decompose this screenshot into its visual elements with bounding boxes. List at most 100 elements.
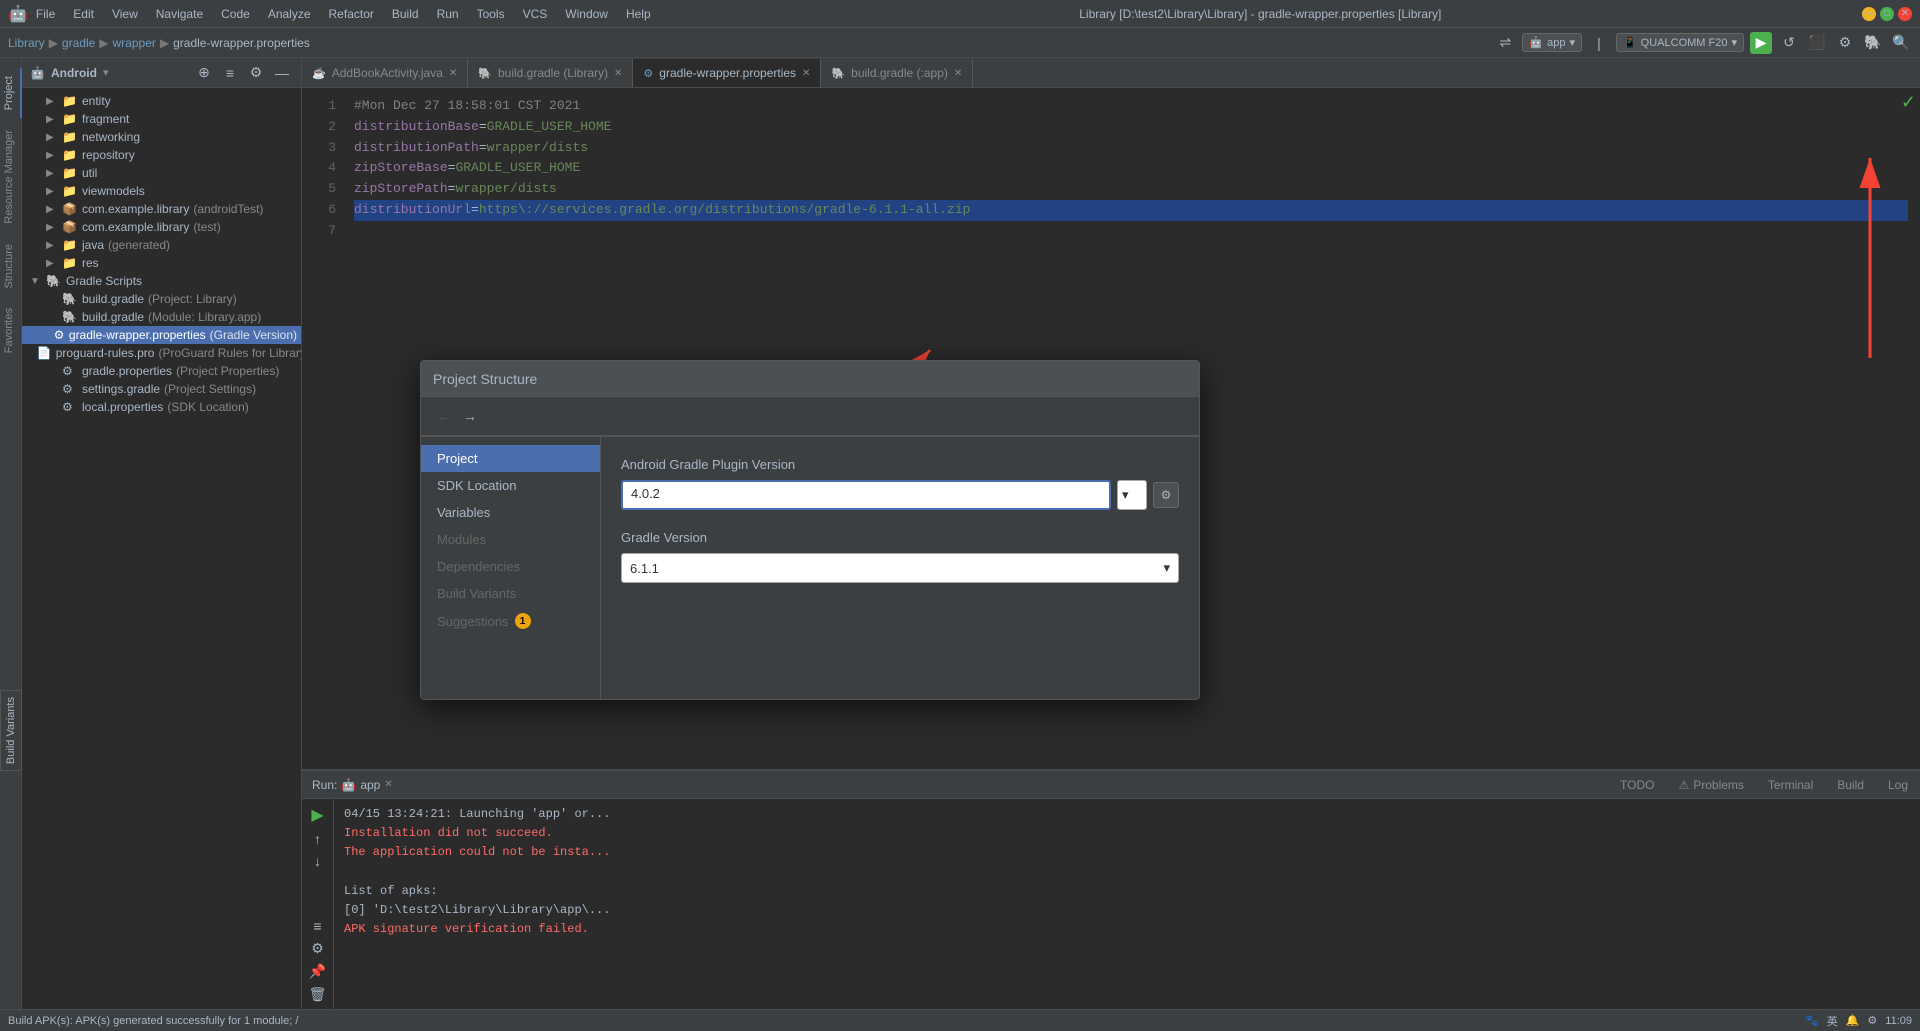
tree-item-java-generated[interactable]: ▶ 📁 java (generated) [22,236,301,254]
gradle-sync-icon[interactable]: 🐘 [1862,32,1884,54]
app-selector[interactable]: 🤖 app ▾ [1522,33,1582,52]
search-icon[interactable]: 🔍 [1890,32,1912,54]
tab-build[interactable]: Build [1825,774,1876,796]
panel-settings-icon[interactable]: ⚙ [245,62,267,84]
dialog-nav-variables[interactable]: Variables [421,499,600,526]
line-numbers: 1 2 3 4 5 6 7 [302,88,342,250]
checkmark-icon: ✓ [1897,88,1920,117]
breadcrumb-wrapper[interactable]: wrapper [113,36,156,50]
sync-icon[interactable]: ⇌ [1494,32,1516,54]
locate-icon[interactable]: ⊕ [193,62,215,84]
gradle-version-dropdown[interactable]: 6.1.1 ▾ [621,553,1179,583]
tab-build-gradle-library[interactable]: 🐘 build.gradle (Library) ✕ [468,59,633,87]
tab-close-icon[interactable]: ✕ [449,68,457,79]
plugin-version-dropdown[interactable]: ▾ [1117,480,1147,510]
tab-close-icon[interactable]: ✕ [614,68,622,79]
project-structure-dialog: Project Structure ← → Project SDK Locati… [420,360,1200,700]
back-button[interactable]: ← [433,405,455,427]
input-lang-icon: 🐾 [1805,1014,1819,1027]
tree-item-build-gradle-module[interactable]: 🐘 build.gradle (Module: Library.app) [22,308,301,326]
tree-item-gradle-properties[interactable]: ⚙ gradle.properties (Project Properties) [22,362,301,380]
tab-terminal[interactable]: Terminal [1756,774,1825,796]
sidebar-item-project[interactable]: Project [0,68,22,118]
panel-close-icon[interactable]: — [271,62,293,84]
tree-item-viewmodels[interactable]: ▶ 📁 viewmodels [22,182,301,200]
menu-refactor[interactable]: Refactor [321,5,382,23]
tree-item-androidtest[interactable]: ▶ 📦 com.example.library (androidTest) [22,200,301,218]
run-log-line-3: The application could not be insta... [344,843,1910,862]
dialog-nav-sdk[interactable]: SDK Location [421,472,600,499]
sidebar-item-structure[interactable]: Structure [0,236,22,297]
run-button[interactable]: ▶ [1750,32,1772,54]
run-close-icon[interactable]: ✕ [384,779,392,790]
pin-icon[interactable]: 📌 [309,963,326,980]
menu-code[interactable]: Code [213,5,258,23]
dialog-nav-modules[interactable]: Modules [421,526,600,553]
menu-run[interactable]: Run [429,5,467,23]
menu-vcs[interactable]: VCS [515,5,556,23]
sidebar-item-resource-manager[interactable]: Resource Manager [0,122,22,232]
close-button[interactable]: ✕ [1898,7,1912,21]
dialog-nav-project[interactable]: Project [421,445,600,472]
tab-close-icon[interactable]: ✕ [954,68,962,79]
tab-build-gradle-app[interactable]: 🐘 build.gradle (:app) ✕ [821,59,973,87]
trash-icon[interactable]: 🗑 [309,986,327,1003]
menu-build[interactable]: Build [384,5,427,23]
tree-item-test[interactable]: ▶ 📦 com.example.library (test) [22,218,301,236]
forward-button[interactable]: → [459,405,481,427]
scroll-down-icon[interactable]: ↓ [314,853,321,869]
tree-item-local-properties[interactable]: ⚙ local.properties (SDK Location) [22,398,301,416]
device-label: QUALCOMM F20 [1641,37,1728,49]
menu-navigate[interactable]: Navigate [148,5,211,23]
build-variants-vertical-tab[interactable]: Build Variants [0,690,22,771]
filter-icon[interactable]: ≡ [313,918,321,934]
breadcrumb-library[interactable]: Library [8,36,45,50]
maximize-button[interactable]: □ [1880,7,1894,21]
tab-log[interactable]: Log [1876,774,1920,796]
menu-window[interactable]: Window [557,5,616,23]
sidebar-item-favorites[interactable]: Favorites [0,300,22,361]
dialog-nav-suggestions[interactable]: Suggestions 1 [421,607,600,635]
tree-item-util[interactable]: ▶ 📁 util [22,164,301,182]
menu-view[interactable]: View [104,5,146,23]
tab-gradle-wrapper-properties[interactable]: ⚙ gradle-wrapper.properties ✕ [633,59,821,87]
breadcrumb-gradle[interactable]: gradle [62,36,95,50]
tree-item-gradle-wrapper[interactable]: ⚙ gradle-wrapper.properties (Gradle Vers… [22,326,301,344]
tree-item-settings-gradle[interactable]: ⚙ settings.gradle (Project Settings) [22,380,301,398]
tree-item-proguard[interactable]: 📄 proguard-rules.pro (ProGuard Rules for… [22,344,301,362]
plugin-version-action-btn[interactable]: ⚙ [1153,482,1179,508]
tab-todo[interactable]: TODO [1608,774,1666,796]
tree-item-networking[interactable]: ▶ 📁 networking [22,128,301,146]
tab-addbookactivity[interactable]: ☕ AddBookActivity.java ✕ [302,59,468,87]
tab-close-icon[interactable]: ✕ [802,68,810,79]
tree-item-repository[interactable]: ▶ 📁 repository [22,146,301,164]
settings-panel-icon[interactable]: ⚙ [311,940,324,957]
minimize-button[interactable]: — [1862,7,1876,21]
dialog-nav-dependencies[interactable]: Dependencies [421,553,600,580]
tree-item-build-gradle-project[interactable]: 🐘 build.gradle (Project: Library) [22,290,301,308]
stop-icon[interactable]: ⬛ [1806,32,1828,54]
tree-item-label: proguard-rules.pro [56,346,155,360]
menu-file[interactable]: File [28,5,63,23]
tree-item-fragment[interactable]: ▶ 📁 fragment [22,110,301,128]
tree-item-gradle-scripts[interactable]: ▼ 🐘 Gradle Scripts [22,272,301,290]
run-play-icon[interactable]: ▶ [311,805,323,825]
menu-analyze[interactable]: Analyze [260,5,319,23]
tab-problems[interactable]: ⚠ Problems [1666,774,1755,796]
refresh-icon[interactable]: ↺ [1778,32,1800,54]
dialog-nav-build-variants[interactable]: Build Variants [421,580,600,607]
settings-icon[interactable]: ⚙ [1834,32,1856,54]
tree-item-entity[interactable]: ▶ 📁 entity [22,92,301,110]
title-bar: 🤖 File Edit View Navigate Code Analyze R… [0,0,1920,28]
menu-help[interactable]: Help [618,5,659,23]
menu-edit[interactable]: Edit [65,5,102,23]
plugin-version-input[interactable]: 4.0.2 [621,480,1111,510]
tree-item-res[interactable]: ▶ 📁 res [22,254,301,272]
code-editor[interactable]: #Mon Dec 27 18:58:01 CST 2021 distributi… [342,88,1920,250]
dropdown-arrow-icon[interactable]: ▾ [103,66,109,79]
code-line-6: distributionUrl=https\://services.gradle… [354,200,1908,221]
device-selector[interactable]: 📱 QUALCOMM F20 ▾ [1616,33,1744,52]
collapse-icon[interactable]: ≡ [219,62,241,84]
scroll-up-icon[interactable]: ↑ [314,831,321,847]
menu-tools[interactable]: Tools [469,5,513,23]
